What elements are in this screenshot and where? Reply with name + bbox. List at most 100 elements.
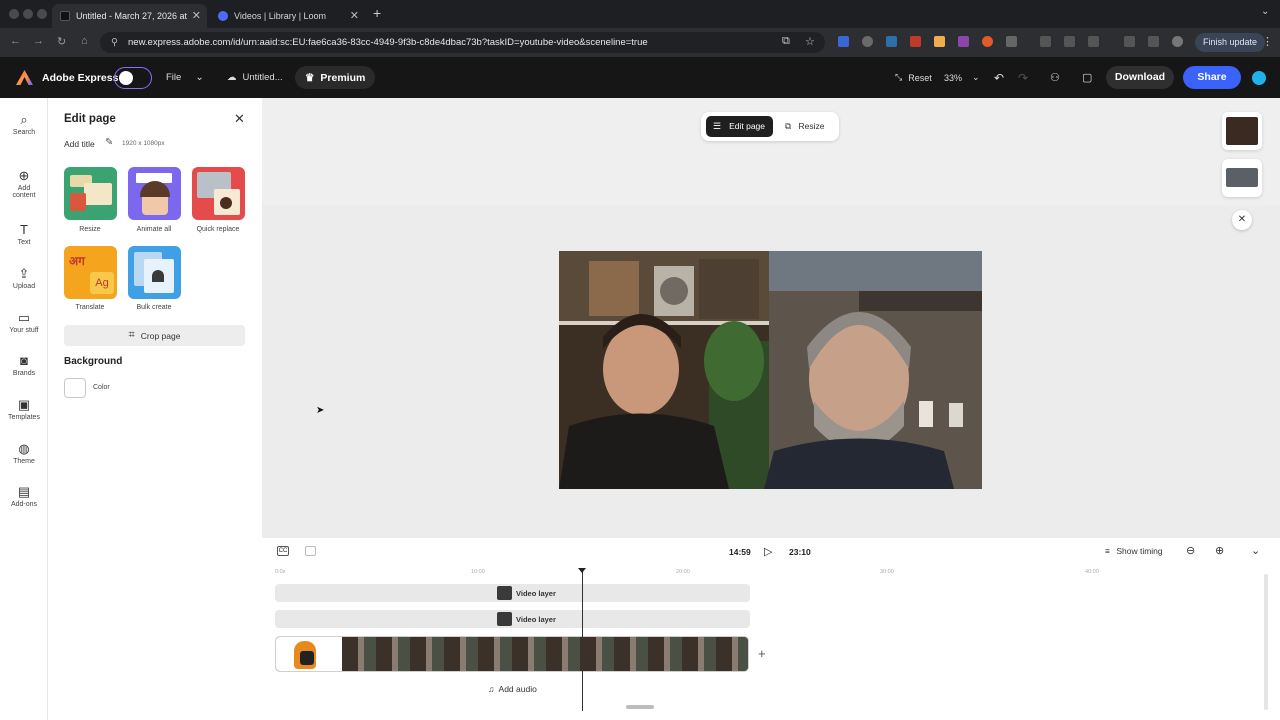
translate-tile[interactable]: अग Ag <box>64 246 117 299</box>
reset-button[interactable]: ⤡ Reset <box>895 57 932 98</box>
finish-update-button[interactable]: Finish update <box>1195 33 1266 52</box>
split-icon[interactable] <box>305 546 316 556</box>
new-tab-button[interactable]: + <box>373 5 381 21</box>
folder-icon: ▭ <box>17 310 31 325</box>
rail-add-ons[interactable]: ▤ Add-ons <box>0 484 48 508</box>
background-color-swatch[interactable] <box>64 378 86 398</box>
extensions-puzzle-icon[interactable] <box>1006 36 1017 47</box>
profile-avatar[interactable] <box>1172 36 1183 47</box>
close-tab-icon[interactable]: ✕ <box>192 9 201 22</box>
pencil-icon[interactable]: ✎ <box>105 137 113 148</box>
rail-theme[interactable]: ◍ Theme <box>0 441 48 465</box>
zoom-dropdown[interactable]: 33% ⌄ <box>944 57 980 98</box>
download-button[interactable]: Download <box>1106 66 1174 89</box>
collaborate-icon[interactable]: ⚇ <box>1050 57 1060 98</box>
timeline-resize-handle[interactable] <box>626 705 654 709</box>
animate-all-tile[interactable] <box>128 167 181 220</box>
resize-button[interactable]: ⧉ Resize <box>785 116 824 137</box>
extension-icon[interactable] <box>862 36 873 47</box>
rail-upload[interactable]: ⇪ Upload <box>0 266 48 290</box>
rail-your-stuff[interactable]: ▭ Your stuff <box>0 310 48 334</box>
page-actions-toolbar: ☰ Edit page ⧉ Resize <box>701 112 839 141</box>
playhead[interactable] <box>582 571 583 711</box>
extension-icon[interactable] <box>934 36 945 47</box>
close-thumbnails-icon[interactable]: ✕ <box>1232 210 1252 230</box>
rail-search[interactable]: ⌕ Search <box>0 112 48 136</box>
rail-brands[interactable]: ◙ Brands <box>0 353 48 377</box>
show-timing-button[interactable]: ≡ Show timing <box>1105 546 1163 556</box>
video-frame[interactable] <box>559 251 982 489</box>
play-icon[interactable]: ▷ <box>764 545 772 558</box>
extension-icon[interactable] <box>1040 36 1051 47</box>
tab-untitled[interactable]: Untitled - March 27, 2026 at ✕ <box>52 4 207 28</box>
ai-assistant-toggle[interactable] <box>114 57 152 98</box>
close-tab-icon[interactable]: ✕ <box>350 9 359 22</box>
undo-icon[interactable]: ↶ <box>994 57 1004 98</box>
quick-replace-tile[interactable] <box>192 167 245 220</box>
address-bar[interactable]: ⚲ new.express.adobe.com/id/urn:aaid:sc:E… <box>100 32 825 53</box>
page-thumbnail-1[interactable] <box>1222 112 1262 150</box>
add-audio-button[interactable]: ♫ Add audio <box>275 679 750 698</box>
share-button[interactable]: Share <box>1183 66 1241 89</box>
zoom-in-icon[interactable]: ⊕ <box>1215 544 1224 557</box>
window-maximize-dot[interactable] <box>37 9 47 19</box>
rail-add-content[interactable]: ⊕ Add content <box>0 168 48 199</box>
extension-icon[interactable] <box>886 36 897 47</box>
adobe-express-logo[interactable] <box>16 57 33 98</box>
redo-icon[interactable]: ↷ <box>1018 57 1028 98</box>
window-close-dot[interactable] <box>9 9 19 19</box>
video-layer-track[interactable]: Video layer <box>275 584 750 602</box>
crop-page-button[interactable]: ⌗ Crop page <box>64 325 245 346</box>
main-video-clip[interactable] <box>275 636 749 672</box>
collapse-timeline-icon[interactable]: ⌄ <box>1251 544 1260 557</box>
browser-menu-icon[interactable]: ⋮ <box>1262 35 1273 48</box>
site-info-icon[interactable]: ⚲ <box>111 32 118 53</box>
bookmark-star-icon[interactable]: ☆ <box>805 35 815 48</box>
extension-icon[interactable] <box>910 36 921 47</box>
forward-icon[interactable]: → <box>33 35 44 47</box>
close-icon[interactable]: ✕ <box>234 111 245 127</box>
page-thumbnail-2[interactable] <box>1222 159 1262 197</box>
playhead-handle-icon[interactable] <box>578 568 586 573</box>
window-minimize-dot[interactable] <box>23 9 33 19</box>
tab-list-chevron-icon[interactable]: ⌄ <box>1261 6 1269 17</box>
bulk-create-tile[interactable] <box>128 246 181 299</box>
extension-icon[interactable] <box>1064 36 1075 47</box>
tab-loom[interactable]: Videos | Library | Loom ✕ <box>210 4 365 28</box>
home-icon[interactable]: ⌂ <box>81 35 88 47</box>
ruler-label: 30:00 <box>880 569 894 575</box>
add-icon: ⊕ <box>18 168 30 183</box>
premium-button[interactable]: ♛ Premium <box>295 66 376 89</box>
add-audio-label: Add audio <box>498 683 537 694</box>
downloads-icon[interactable] <box>1124 36 1135 47</box>
timeline-scrollbar[interactable] <box>1264 574 1268 710</box>
adobe-favicon-icon <box>60 11 70 21</box>
chevron-down-icon: ⌄ <box>195 72 204 83</box>
browser-toolbar: ← → ↻ ⌂ ⚲ new.express.adobe.com/id/urn:a… <box>0 28 1280 57</box>
mouse-cursor-icon: ➤ <box>316 405 325 416</box>
zoom-out-icon[interactable]: ⊖ <box>1186 544 1195 557</box>
extension-icon[interactable] <box>1148 36 1159 47</box>
extension-icon[interactable] <box>1088 36 1099 47</box>
resize-tile[interactable] <box>64 167 117 220</box>
document-name[interactable]: ☁ Untitled... <box>227 57 283 98</box>
add-clip-icon[interactable]: + <box>758 646 766 661</box>
extension-icon[interactable] <box>838 36 849 47</box>
cast-icon[interactable]: ⧉ <box>782 35 790 48</box>
edit-page-button[interactable]: ☰ Edit page <box>706 116 773 137</box>
reload-icon[interactable]: ↻ <box>57 35 66 48</box>
add-title-link[interactable]: Add title <box>64 139 95 149</box>
rail-text[interactable]: T Text <box>0 222 48 246</box>
extension-icon[interactable] <box>958 36 969 47</box>
rail-templates[interactable]: ▣ Templates <box>0 397 48 421</box>
file-menu[interactable]: File ⌄ <box>166 57 204 98</box>
captions-icon[interactable]: CC <box>277 546 289 556</box>
templates-icon: ▣ <box>17 397 31 412</box>
ruler-label: 40:00 <box>1085 569 1099 575</box>
back-icon[interactable]: ← <box>10 35 21 47</box>
search-icon: ⌕ <box>20 112 28 127</box>
comment-icon[interactable]: ▢ <box>1082 57 1092 98</box>
extension-icon[interactable] <box>982 36 993 47</box>
video-layer-track[interactable]: Video layer <box>275 610 750 628</box>
user-avatar[interactable] <box>1252 71 1266 85</box>
